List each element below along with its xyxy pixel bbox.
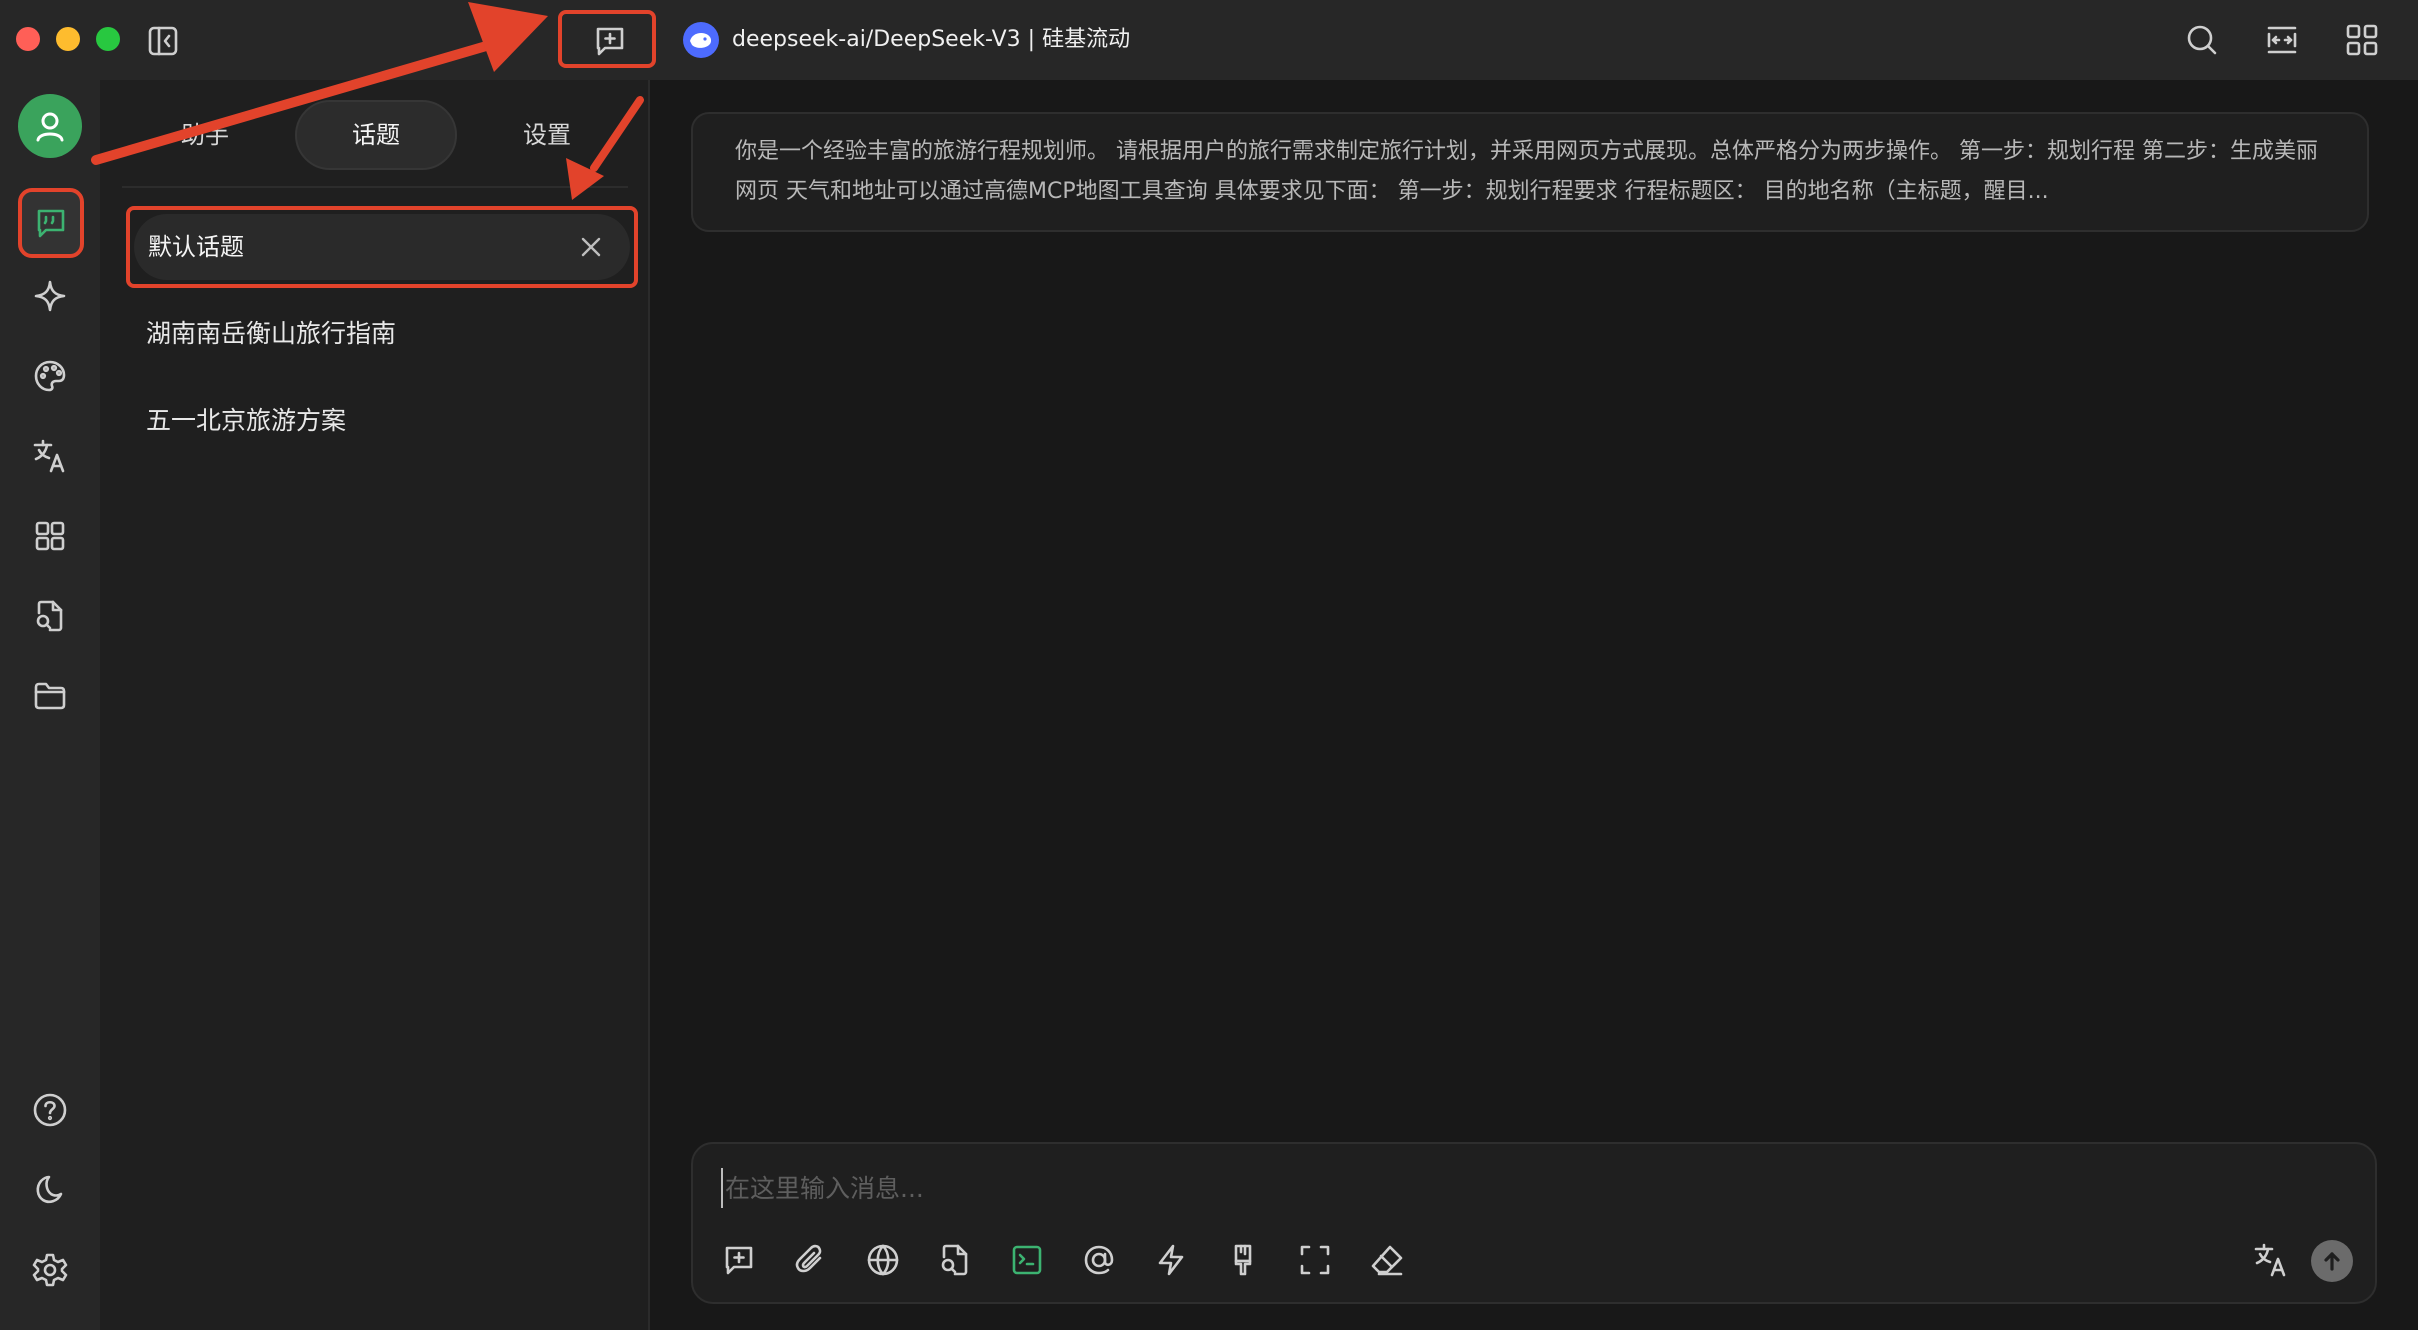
web-search-icon[interactable] [859,1236,907,1284]
window-close-button[interactable] [16,27,40,51]
new-topic-icon[interactable] [590,22,630,60]
app-window: deepseek-ai/DeepSeek-V3 | 硅基流动 助手 话题 设置 … [0,0,2418,1330]
send-icon [2324,1252,2340,1271]
message-composer [691,1142,2377,1304]
tab-assistant[interactable]: 助手 [150,100,260,170]
new-topic-icon[interactable] [715,1236,763,1284]
model-avatar [683,22,719,58]
tabs-divider [122,186,628,188]
topic-sidebar: 助手 话题 设置 默认话题 湖南南岳衡山旅行指南 五一北京旅游方案 [100,80,650,1330]
mention-icon[interactable] [1075,1236,1123,1284]
tab-settings[interactable]: 设置 [492,100,602,170]
settings-icon[interactable] [26,1246,74,1294]
apps-icon[interactable] [26,512,74,560]
chat-main: 你是一个经验丰富的旅游行程规划师。 请根据用户的旅行需求制定旅行计划，并采用网页… [651,80,2418,1330]
title-bar: deepseek-ai/DeepSeek-V3 | 硅基流动 [0,0,2418,80]
brush-icon[interactable] [1219,1236,1267,1284]
attachment-icon[interactable] [787,1236,835,1284]
fullscreen-icon[interactable] [1291,1236,1339,1284]
user-avatar[interactable] [18,94,82,158]
terminal-icon[interactable] [1003,1236,1051,1284]
system-prompt-card[interactable]: 你是一个经验丰富的旅游行程规划师。 请根据用户的旅行需求制定旅行计划，并采用网页… [691,112,2369,232]
help-icon[interactable] [26,1086,74,1134]
grid-icon[interactable] [2342,20,2382,60]
folder-icon[interactable] [26,672,74,720]
eraser-icon[interactable] [1363,1236,1411,1284]
message-input[interactable] [721,1168,2221,1208]
chat-icon [37,209,65,238]
search-icon[interactable] [2182,20,2222,60]
topic-label: 默认话题 [148,233,244,261]
topic-item[interactable]: 五一北京旅游方案 [146,396,346,446]
topic-item-active[interactable]: 默认话题 [126,206,638,288]
rail-chat-button[interactable] [18,188,84,258]
system-prompt-text: 你是一个经验丰富的旅游行程规划师。 请根据用户的旅行需求制定旅行计划，并采用网页… [735,139,2318,204]
model-title[interactable]: deepseek-ai/DeepSeek-V3 | 硅基流动 [732,20,1130,60]
file-search-icon[interactable] [26,592,74,640]
moon-icon[interactable] [26,1166,74,1214]
topic-item[interactable]: 湖南南岳衡山旅行指南 [146,309,396,359]
translate-icon[interactable] [26,432,74,480]
sidebar-tabs: 助手 话题 设置 [120,100,630,170]
lightning-icon[interactable] [1147,1236,1195,1284]
translate-icon[interactable] [2247,1236,2295,1284]
close-icon[interactable] [576,232,606,262]
tab-topics[interactable]: 话题 [295,100,457,170]
sparkle-icon[interactable] [26,272,74,320]
palette-icon[interactable] [26,352,74,400]
knowledge-file-icon[interactable] [931,1236,979,1284]
window-maximize-button[interactable] [96,27,120,51]
window-minimize-button[interactable] [56,27,80,51]
send-button[interactable] [2311,1240,2353,1282]
sidebar-toggle-icon[interactable] [146,24,180,58]
expand-width-icon[interactable] [2262,20,2302,60]
